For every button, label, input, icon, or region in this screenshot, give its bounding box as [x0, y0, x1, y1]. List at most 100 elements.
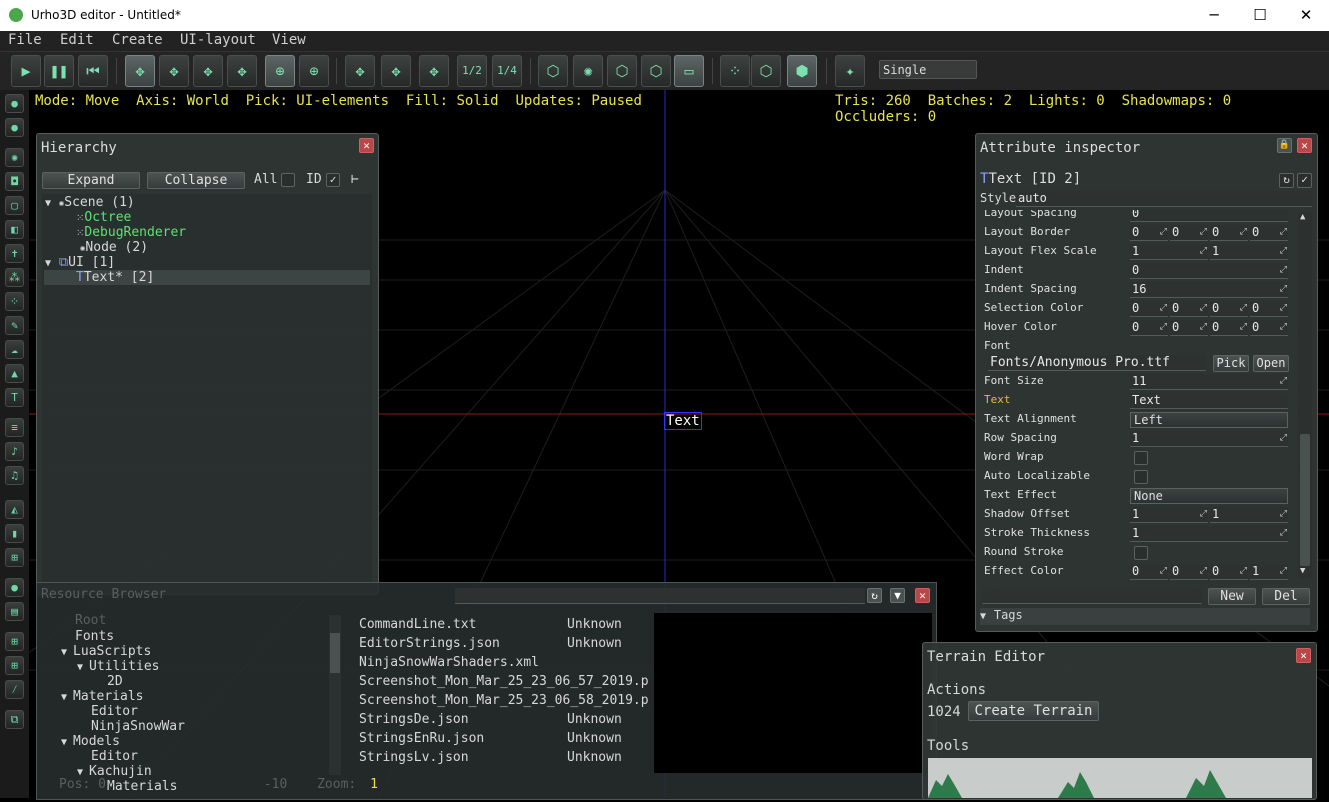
hierarchy-close-button[interactable]: ✕ [359, 138, 374, 153]
pause-icon[interactable]: ❚❚ [44, 55, 74, 87]
cloud-icon[interactable]: ☁ [5, 340, 24, 359]
inspector-scrollbar[interactable]: ▲ ▼ [1298, 212, 1312, 578]
node-local-icon[interactable]: ● [5, 118, 24, 137]
view-mode-select[interactable]: Single [879, 60, 977, 79]
file-row[interactable]: EditorStrings.json Unknown [359, 636, 622, 651]
select-icon[interactable]: ✥ [227, 55, 257, 87]
style-input[interactable]: auto [1016, 191, 1312, 207]
spin-icon[interactable]: ⤢ [1240, 320, 1247, 335]
pick-lights-icon[interactable]: ✺ [573, 55, 603, 87]
file-row[interactable]: Screenshot_Mon_Mar_25_23_06_58_2019.p [359, 693, 649, 708]
box-icon[interactable]: ▢ [5, 196, 24, 215]
spin-icon[interactable]: ⤢ [1280, 507, 1287, 522]
attribute-field[interactable]: 1 ⤢ [1130, 507, 1208, 523]
attribute-field[interactable]: 0 ⤢ [1250, 225, 1288, 241]
document-icon[interactable]: ▤ [5, 602, 24, 621]
all-checkbox[interactable] [281, 173, 295, 187]
viewport-ui-text[interactable]: Text [664, 412, 702, 430]
tree-row-scene[interactable]: ▼ ✺Scene (1) [45, 195, 370, 210]
folder-item[interactable]: ▼ LuaScripts [61, 644, 151, 659]
text-tool-icon[interactable]: T [5, 388, 24, 407]
spin-icon[interactable]: ⤢ [1280, 320, 1287, 335]
create-terrain-button[interactable]: Create Terrain [968, 701, 1099, 721]
tree-row-ui[interactable]: ▼ ⧉UI [1] [45, 255, 115, 270]
move-icon[interactable]: ✥ [125, 55, 155, 87]
attribute-field[interactable]: 0 ⤢ [1130, 564, 1168, 580]
folder-item[interactable]: NinjaSnowWar [91, 719, 185, 734]
spin-icon[interactable]: ⤢ [1200, 301, 1207, 316]
spin-icon[interactable]: ⤢ [1280, 564, 1287, 579]
attribute-field[interactable]: 0 ⤢ [1170, 320, 1208, 336]
menu-view[interactable]: View [272, 32, 306, 48]
skeleton-icon[interactable]: ✝ [5, 244, 24, 263]
attribute-field[interactable]: 0 ⤢ [1210, 564, 1248, 580]
rewind-icon[interactable]: ⏮ [78, 55, 108, 87]
camera-tool-icon[interactable]: ◘ [5, 172, 24, 191]
resource-browser-close-button[interactable]: ✕ [915, 588, 930, 603]
sound-icon[interactable]: ♪ [5, 442, 24, 461]
spin-icon[interactable]: ⤢ [1200, 225, 1207, 240]
pick-geometry-icon[interactable]: ⬡ [538, 55, 568, 87]
minimize-button[interactable]: ─ [1191, 0, 1237, 31]
network-icon[interactable]: ⊞ [5, 548, 24, 567]
attribute-field[interactable]: 0 ⤢ [1250, 320, 1288, 336]
light-icon[interactable]: ✺ [5, 148, 24, 167]
resource-search-input[interactable] [455, 588, 865, 604]
node-icon[interactable]: ● [5, 94, 24, 113]
rotate-icon[interactable]: ✥ [159, 55, 189, 87]
folder-root[interactable]: Root [75, 613, 106, 628]
folder-item[interactable]: Editor [91, 749, 138, 764]
folder-scrollbar-thumb[interactable] [330, 633, 340, 673]
lock-icon[interactable]: 🔒 [1277, 138, 1292, 153]
collapse-button[interactable]: Collapse [147, 172, 245, 189]
font-path-field[interactable]: Fonts/Anonymous Pro.ttf [988, 355, 1206, 371]
spin-icon[interactable]: ⤢ [1240, 301, 1247, 316]
menu-ui-layout[interactable]: UI-layout [180, 32, 256, 48]
attribute-field[interactable]: Text [1130, 393, 1288, 409]
tree-row-text[interactable]: TText* [2] [44, 270, 370, 285]
attribute-field[interactable]: 0 [1130, 210, 1288, 222]
grid-icon[interactable]: ⊞ [5, 632, 24, 651]
spin-icon[interactable]: ⤢ [1280, 301, 1287, 316]
expand-button[interactable]: Expand [42, 172, 140, 189]
filter-icon[interactable]: ▼ [890, 588, 905, 603]
snap-move-icon[interactable]: ✥ [345, 55, 375, 87]
fill-solid-icon[interactable]: ⬢ [787, 55, 817, 87]
spin-icon[interactable]: ⤢ [1160, 301, 1167, 316]
tag-input[interactable] [982, 588, 1202, 604]
spin-icon[interactable]: ⤢ [1200, 507, 1207, 522]
spin-icon[interactable]: ⤢ [1280, 374, 1287, 389]
terrain-close-button[interactable]: ✕ [1296, 648, 1311, 663]
attribute-field[interactable]: 16 ⤢ [1130, 282, 1288, 298]
scale-icon[interactable]: ✥ [193, 55, 223, 87]
spin-icon[interactable]: ⤢ [1240, 225, 1247, 240]
crowd-icon[interactable]: ▮ [5, 524, 24, 543]
snap-quarter-icon[interactable]: 1/4 [492, 55, 522, 87]
attribute-checkbox[interactable] [1134, 451, 1148, 465]
spin-icon[interactable]: ⤢ [1240, 564, 1247, 579]
refresh-icon[interactable]: ↻ [867, 588, 882, 603]
tags-expand-icon[interactable]: ▼ [980, 611, 986, 622]
file-row[interactable]: StringsDe.json Unknown [359, 712, 622, 727]
spin-icon[interactable]: ⤢ [1200, 564, 1207, 579]
spin-icon[interactable]: ⤢ [1280, 431, 1287, 446]
expand-arrow-icon[interactable]: ▼ [77, 662, 89, 673]
apply-check-icon[interactable]: ✓ [1297, 173, 1312, 188]
attribute-field[interactable]: 0 ⤢ [1210, 320, 1248, 336]
folder-item[interactable]: ▼ Models [61, 734, 120, 749]
expand-arrow-icon[interactable]: ▼ [61, 647, 73, 658]
brush-icon[interactable]: ✎ [5, 316, 24, 335]
attribute-field[interactable]: 0 ⤢ [1130, 301, 1168, 317]
spin-icon[interactable]: ⤢ [1280, 282, 1287, 297]
menu-file[interactable]: File [8, 32, 42, 48]
folder-item[interactable]: ▼ Materials [61, 689, 144, 704]
spin-icon[interactable]: ⤢ [1160, 225, 1167, 240]
zone-icon[interactable]: ◧ [5, 220, 24, 239]
attribute-field[interactable]: 0 ⤢ [1130, 320, 1168, 336]
attribute-checkbox[interactable] [1134, 470, 1148, 484]
attribute-checkbox[interactable] [1134, 546, 1148, 560]
sound-3d-icon[interactable]: ♫ [5, 466, 24, 485]
reset-icon[interactable]: ↻ [1279, 173, 1294, 188]
spin-icon[interactable]: ⤢ [1160, 320, 1167, 335]
maximize-button[interactable]: ☐ [1237, 0, 1283, 31]
